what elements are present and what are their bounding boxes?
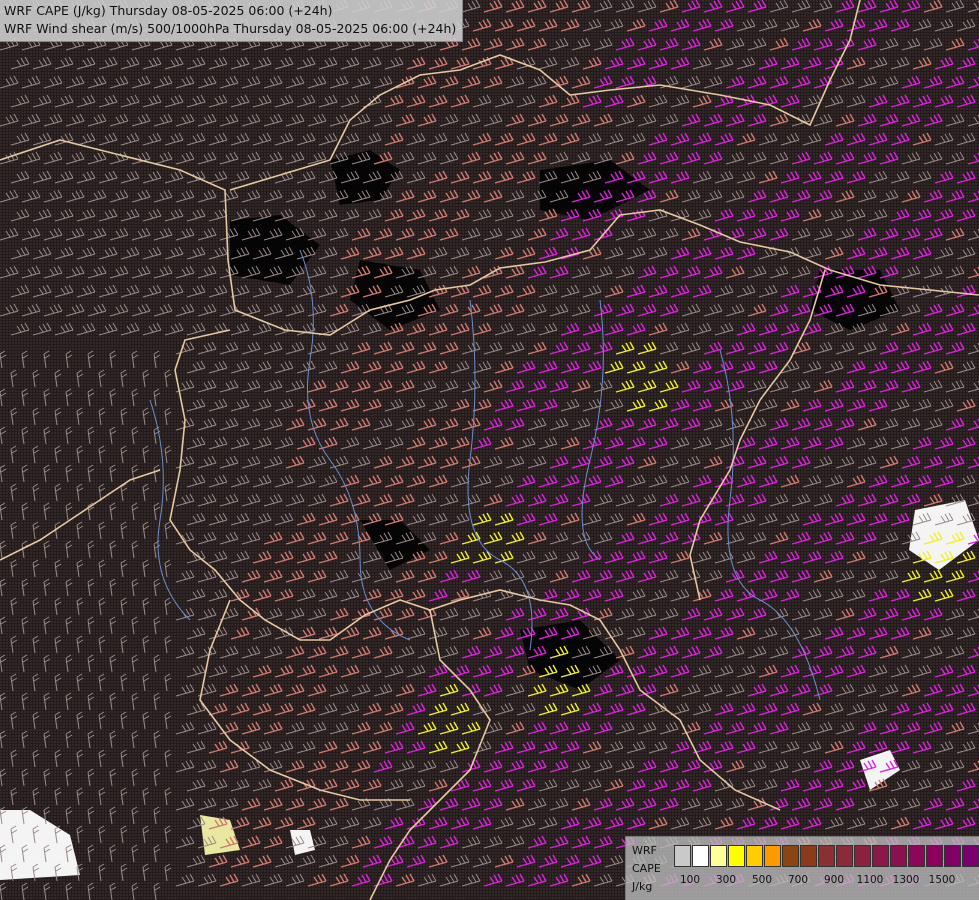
legend-swatch (836, 845, 853, 867)
legend-swatch (854, 845, 871, 867)
legend-swatch (944, 845, 961, 867)
legend-swatch (746, 845, 763, 867)
map-background (0, 0, 979, 900)
legend-swatch (926, 845, 943, 867)
legend-tick-label: 500 (751, 874, 773, 886)
legend-tick-label: 100 (679, 874, 701, 886)
legend-swatch (764, 845, 781, 867)
legend-swatch (692, 845, 709, 867)
legend-swatch (674, 845, 691, 867)
legend-swatch (728, 845, 745, 867)
legend-tick-label: 300 (715, 874, 737, 886)
legend-tick-label: 900 (823, 874, 845, 886)
legend-tick-label: 1500 (928, 874, 956, 886)
legend-label-wrf: WRF (632, 844, 657, 857)
map-canvas (0, 0, 979, 900)
legend-swatches (674, 845, 979, 867)
map-title: WRF CAPE (J/kg) Thursday 08-05-2025 06:0… (0, 0, 464, 42)
legend-swatch (818, 845, 835, 867)
legend-swatch (962, 845, 979, 867)
cape-legend: WRF CAPE J/kg 100 300 500 700 900 1100 1300 150… (625, 836, 979, 900)
weather-map: WRF CAPE (J/kg) Thursday 08-05-2025 06:0… (0, 0, 979, 900)
legend-label-cape: CAPE (632, 862, 661, 875)
legend-tick-label: 700 (787, 874, 809, 886)
legend-ticks: 100 300 500 700 900 1100 1300 1500 (674, 874, 974, 888)
legend-swatch (800, 845, 817, 867)
legend-swatch (890, 845, 907, 867)
legend-swatch (872, 845, 889, 867)
legend-swatch (908, 845, 925, 867)
title-line-shear: WRF Wind shear (m/s) 500/1000hPa Thursda… (4, 21, 457, 36)
legend-label-unit: J/kg (632, 880, 653, 893)
legend-tick-label: 1300 (892, 874, 920, 886)
legend-swatch (710, 845, 727, 867)
title-line-cape: WRF CAPE (J/kg) Thursday 08-05-2025 06:0… (4, 3, 333, 18)
legend-swatch (782, 845, 799, 867)
legend-tick-label: 1100 (856, 874, 884, 886)
